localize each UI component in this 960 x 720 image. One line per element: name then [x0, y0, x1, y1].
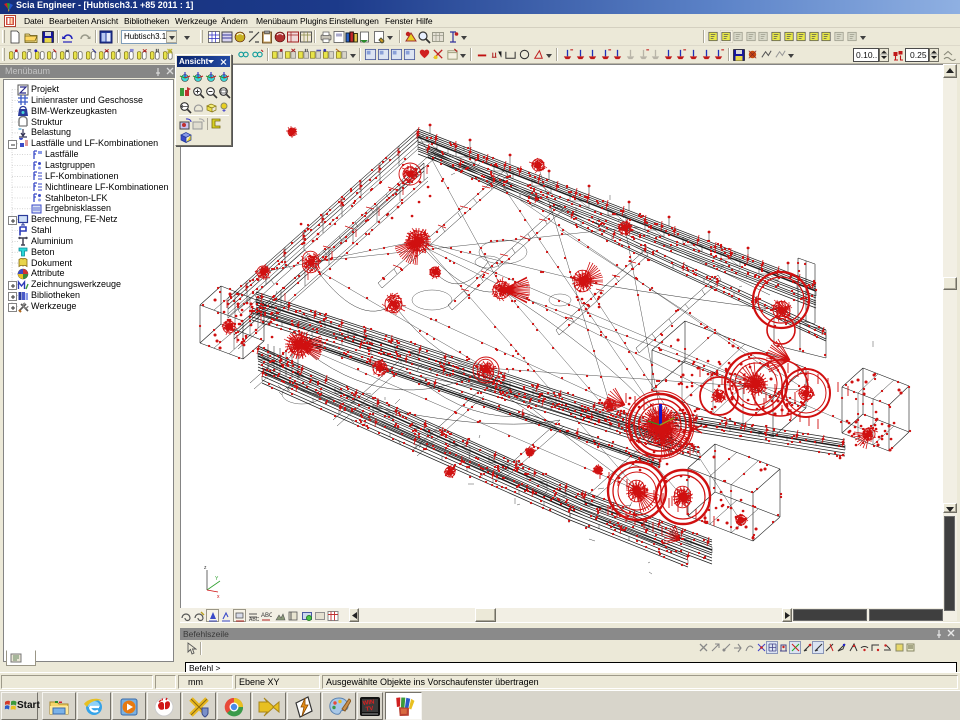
- svg-text:ABC: ABC: [249, 617, 259, 622]
- svg-text:ABC: ABC: [261, 613, 272, 619]
- svg-text:x: x: [217, 594, 220, 600]
- svg-text:z: z: [204, 565, 207, 571]
- svg-text:Y: Y: [215, 576, 219, 582]
- svg-text:TV: TV: [365, 706, 373, 713]
